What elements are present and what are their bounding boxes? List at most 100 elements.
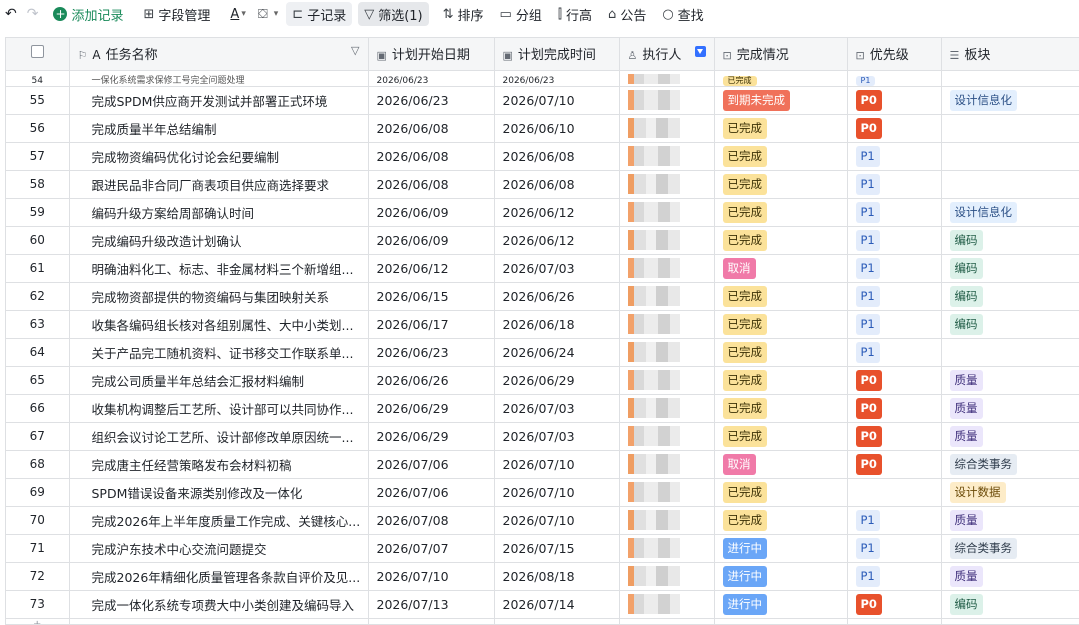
task-cell[interactable]: 一保化系统需求保修工号完全问题处理 — [69, 70, 369, 87]
priority-cell[interactable]: P1 — [847, 534, 942, 563]
priority-cell[interactable]: P1 — [847, 310, 942, 339]
end-date-cell[interactable]: 2026/06/12 — [494, 226, 620, 255]
task-cell[interactable]: 完成唐主任经营策略发布会材料初稿 — [69, 450, 369, 479]
end-date-cell[interactable]: 2026/07/15 — [494, 534, 620, 563]
table-row[interactable]: 69 SPDM错误设备来源类别修改及一体化 2026/07/06 2026/07/10… — [6, 478, 1079, 507]
block-cell[interactable]: 综合类事务 — [941, 534, 1079, 563]
task-cell[interactable]: 完成质量半年总结编制 — [69, 114, 369, 143]
task-cell[interactable]: 完成物资编码优化讨论会纪要编制 — [69, 142, 369, 171]
task-cell[interactable]: 完成物资部提供的物资编码与集团映射关系 — [69, 282, 369, 311]
end-date-cell[interactable]: 2026/07/03 — [494, 394, 620, 423]
assignee-cell[interactable] — [619, 478, 715, 507]
start-date-cell[interactable]: 2026/06/29 — [368, 394, 495, 423]
task-cell[interactable]: 完成编码升级改造计划确认 — [69, 226, 369, 255]
task-cell[interactable]: 完成2026年上半年度质量工作完成、关键核心... — [69, 506, 369, 535]
end-date-cell[interactable]: 2026/07/10 — [494, 478, 620, 507]
table-row[interactable]: 61 明确油料化工、标志、非金属材料三个新增组... 2026/06/12 2026/… — [6, 254, 1079, 283]
status-cell[interactable]: 已完成 — [714, 114, 848, 143]
end-date-cell[interactable]: 2026/07/10 — [494, 506, 620, 535]
column-block[interactable]: ☰ 板块 — [941, 38, 1079, 71]
table-row[interactable]: 56 完成质量半年总结编制 2026/06/08 2026/06/10 已完成 P0 — [6, 114, 1079, 143]
task-cell[interactable]: 明确油料化工、标志、非金属材料三个新增组... — [69, 254, 369, 283]
sub-record-button[interactable]: ⊏ 子记录 — [286, 2, 353, 26]
block-cell[interactable] — [941, 114, 1079, 143]
status-cell[interactable]: 取消 — [714, 254, 848, 283]
select-all-checkbox[interactable] — [30, 45, 44, 59]
priority-cell[interactable]: P0 — [847, 86, 942, 115]
column-priority[interactable]: ⊡ 优先级 — [847, 38, 942, 71]
block-cell[interactable] — [941, 142, 1079, 171]
table-row[interactable]: 70 完成2026年上半年度质量工作完成、关键核心... 2026/07/08 202… — [6, 506, 1079, 535]
block-cell[interactable]: 编码 — [941, 254, 1079, 283]
end-date-cell[interactable]: 2026/06/23 — [494, 70, 620, 87]
table-row[interactable]: 55 完成SPDM供应商开发测试并部署正式环境 2026/06/23 2026/07/… — [6, 86, 1079, 115]
assignee-cell[interactable] — [619, 254, 715, 283]
block-cell[interactable]: 质量 — [941, 422, 1079, 451]
task-cell[interactable]: 组织会议讨论工艺所、设计部修改单原因统一... — [69, 422, 369, 451]
end-date-cell[interactable]: 2026/06/18 — [494, 310, 620, 339]
block-cell[interactable]: 编码 — [941, 590, 1079, 619]
column-plan-end[interactable]: ▣ 计划完成时间 — [494, 38, 620, 71]
status-cell[interactable]: 进行中 — [714, 534, 848, 563]
block-cell[interactable]: 质量 — [941, 562, 1079, 591]
end-date-cell[interactable]: 2026/07/10 — [494, 86, 620, 115]
start-date-cell[interactable]: 2026/06/08 — [368, 170, 495, 199]
block-cell[interactable] — [941, 170, 1079, 199]
priority-cell[interactable]: P1 — [847, 562, 942, 591]
status-cell[interactable]: 到期未完成 — [714, 86, 848, 115]
priority-cell[interactable]: P1 — [847, 198, 942, 227]
start-date-cell[interactable]: 2026/06/17 — [368, 310, 495, 339]
start-date-cell[interactable]: 2026/06/23 — [368, 70, 495, 87]
start-date-cell[interactable]: 2026/06/23 — [368, 86, 495, 115]
assignee-cell[interactable] — [619, 450, 715, 479]
start-date-cell[interactable]: 2026/07/06 — [368, 450, 495, 479]
assignee-cell[interactable] — [619, 310, 715, 339]
row-height-button[interactable]: ⫿ 行高 — [552, 2, 598, 26]
priority-cell[interactable]: P0 — [847, 422, 942, 451]
table-row[interactable]: 65 完成公司质量半年总结会汇报材料编制 2026/06/26 2026/06/29 已… — [6, 366, 1079, 395]
table-row[interactable]: 59 编码升级方案给周部确认时间 2026/06/09 2026/06/12 已完成 P1… — [6, 198, 1079, 227]
add-record-button[interactable]: + 添加记录 — [47, 2, 129, 26]
assignee-cell[interactable] — [619, 114, 715, 143]
status-cell[interactable]: 已完成 — [714, 170, 848, 199]
assignee-cell[interactable] — [619, 366, 715, 395]
start-date-cell[interactable]: 2026/07/08 — [368, 506, 495, 535]
task-cell[interactable]: 完成沪东技术中心交流问题提交 — [69, 534, 369, 563]
end-date-cell[interactable]: 2026/07/03 — [494, 422, 620, 451]
table-row[interactable]: 64 关于产品完工随机资料、证书移交工作联系单... 2026/06/23 2026/… — [6, 338, 1079, 367]
assignee-cell[interactable] — [619, 86, 715, 115]
start-date-cell[interactable]: 2026/07/10 — [368, 562, 495, 591]
status-cell[interactable]: 已完成 — [714, 366, 848, 395]
priority-cell[interactable]: P0 — [847, 366, 942, 395]
priority-cell[interactable]: P1 — [847, 338, 942, 367]
task-cell[interactable]: 收集机构调整后工艺所、设计部可以共同协作... — [69, 394, 369, 423]
start-date-cell[interactable]: 2026/06/15 — [368, 282, 495, 311]
sort-button[interactable]: ⇅ 排序 — [437, 2, 490, 26]
block-cell[interactable]: 设计信息化 — [941, 86, 1079, 115]
table-row[interactable]: 72 完成2026年精细化质量管理各条款自评价及见... 2026/07/10 202… — [6, 562, 1079, 591]
status-cell[interactable]: 已完成 — [714, 338, 848, 367]
status-cell[interactable]: 已完成 — [714, 478, 848, 507]
table-row[interactable]: 68 完成唐主任经营策略发布会材料初稿 2026/07/06 2026/07/10 取消… — [6, 450, 1079, 479]
table-row[interactable]: 57 完成物资编码优化讨论会纪要编制 2026/06/08 2026/06/08 已完成… — [6, 142, 1079, 171]
task-cell[interactable]: 跟进民品非合同厂商表项目供应商选择要求 — [69, 170, 369, 199]
block-cell[interactable]: 设计数据 — [941, 478, 1079, 507]
assignee-cell[interactable] — [619, 282, 715, 311]
undo-icon[interactable]: ↶ — [0, 2, 22, 26]
status-cell[interactable]: 已完成 — [714, 70, 848, 87]
task-cell[interactable]: 完成公司质量半年总结会汇报材料编制 — [69, 366, 369, 395]
assignee-cell[interactable] — [619, 534, 715, 563]
task-cell[interactable]: SPDM错误设备来源类别修改及一体化 — [69, 478, 369, 507]
sort-indicator-icon[interactable] — [694, 46, 706, 58]
priority-cell[interactable]: P1 — [847, 282, 942, 311]
task-cell[interactable]: 收集各编码组长核对各组别属性、大中小类划... — [69, 310, 369, 339]
table-row[interactable]: 67 组织会议讨论工艺所、设计部修改单原因统一... 2026/06/29 2026/… — [6, 422, 1079, 451]
block-cell[interactable]: 综合类事务 — [941, 450, 1079, 479]
priority-cell[interactable]: P1 — [847, 506, 942, 535]
add-row-icon[interactable]: + — [6, 618, 70, 624]
end-date-cell[interactable]: 2026/06/12 — [494, 198, 620, 227]
status-cell[interactable]: 取消 — [714, 450, 848, 479]
end-date-cell[interactable]: 2026/07/10 — [494, 450, 620, 479]
end-date-cell[interactable]: 2026/06/10 — [494, 114, 620, 143]
block-cell[interactable]: 编码 — [941, 226, 1079, 255]
